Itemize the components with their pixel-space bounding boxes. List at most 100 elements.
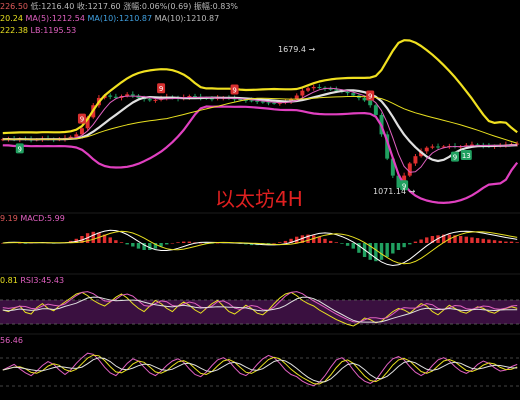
- macd-histogram-bar: [323, 238, 327, 243]
- candle-body: [345, 91, 350, 94]
- header-value: 收:1217.60: [77, 1, 123, 11]
- macd-histogram-bar: [475, 238, 480, 243]
- signal-marker-label: 9: [80, 116, 84, 124]
- macd-histogram-bar: [391, 243, 395, 254]
- rsi-panel: [0, 291, 520, 327]
- macd-histogram-bar: [351, 243, 355, 249]
- header-value: 振幅:0.83%: [194, 1, 239, 11]
- macd-histogram-bar: [91, 231, 95, 243]
- candle-body: [430, 146, 435, 148]
- macd-histogram-bar: [396, 243, 401, 250]
- candle-body: [74, 134, 79, 137]
- macd-histogram-bar: [385, 243, 389, 257]
- candle-body: [260, 101, 265, 103]
- macd-panel: [1, 229, 519, 267]
- macd-histogram-bar: [498, 240, 502, 243]
- header-value: RSI3:45.43: [20, 276, 64, 285]
- macd-histogram-bar: [504, 241, 508, 243]
- macd-histogram-bar: [515, 242, 519, 243]
- macd-histogram-bar: [487, 239, 491, 243]
- macd-histogram-bar: [283, 240, 288, 243]
- candle-body: [368, 100, 373, 106]
- signal-marker-label: 9: [18, 145, 22, 153]
- macd-histogram-bar: [317, 236, 322, 243]
- macd-histogram-bar: [419, 239, 423, 243]
- macd-histogram-bar: [464, 236, 468, 243]
- macd-histogram-bar: [187, 241, 192, 243]
- macd-dea-line: [2, 230, 518, 265]
- candle-body: [238, 99, 243, 101]
- macd-dif-line: [2, 229, 518, 267]
- macd-histogram-bar: [108, 237, 112, 243]
- macd-histogram-bar: [114, 240, 118, 243]
- trading-chart: 226.50 低:1216.40 收:1217.60 涨幅:0.06%(0.69…: [0, 1, 520, 387]
- header-value: 低:1216.40: [31, 1, 77, 11]
- candle-body: [193, 96, 197, 98]
- macd-histogram-bar: [413, 241, 418, 243]
- macd-histogram-bar: [492, 240, 497, 243]
- header-value: LB:1195.53: [31, 26, 77, 35]
- candle-body: [249, 100, 254, 102]
- macd-histogram-bar: [165, 243, 169, 245]
- candle-body: [436, 146, 441, 148]
- main-header-line2: 20.24 MA(5):1212.54 MA(10):1210.87 MA(10…: [0, 14, 219, 23]
- header-value: MA(10):1210.87: [87, 14, 154, 23]
- signal-marker-label: 9: [368, 93, 372, 101]
- macd-histogram-bar: [278, 242, 282, 243]
- candle-body: [351, 93, 356, 96]
- candle-body: [373, 105, 378, 115]
- macd-histogram-bar: [470, 237, 474, 243]
- macd-histogram-bar: [119, 242, 124, 243]
- header-value: MA(5):1212.54: [25, 14, 87, 23]
- rsi-header: 0.81 RSI3:45.43: [0, 276, 64, 285]
- macd-histogram-bar: [425, 237, 429, 243]
- candle-body: [328, 88, 333, 90]
- kdj-header: 56.46: [0, 336, 23, 345]
- low-price-label: 1071.14 →: [373, 187, 416, 196]
- header-value: 226.50: [0, 2, 31, 11]
- header-value: 56.46: [0, 336, 23, 345]
- candle-body: [407, 163, 412, 176]
- macd-header: 9.19 MACD:5.99: [0, 214, 65, 223]
- macd-histogram-bar: [136, 243, 141, 249]
- macd-histogram-bar: [272, 243, 276, 244]
- macd-histogram-bar: [148, 243, 152, 250]
- main-header-line3: 222.38 LB:1195.53: [0, 26, 76, 35]
- candle-body: [153, 99, 158, 101]
- main-header-line1: 226.50 低:1216.40 收:1217.60 涨幅:0.06%(0.69…: [0, 1, 238, 11]
- candle-body: [147, 99, 152, 101]
- kdj-panel: [0, 352, 520, 387]
- candle-body: [300, 90, 305, 96]
- macd-histogram-bar: [340, 243, 344, 244]
- macd-histogram-bar: [509, 241, 514, 243]
- macd-histogram-bar: [131, 243, 135, 247]
- candle-body: [413, 156, 418, 164]
- macd-histogram-bar: [182, 241, 186, 243]
- header-value: 涨幅:0.06%(0.69): [123, 1, 194, 11]
- header-value: 20.24: [0, 14, 25, 23]
- macd-histogram-bar: [345, 243, 350, 246]
- high-price-label: 1679.4 →: [278, 45, 316, 54]
- macd-histogram-bar: [402, 243, 406, 248]
- macd-histogram-bar: [408, 243, 412, 245]
- macd-histogram-bar: [176, 242, 180, 243]
- candle-body: [362, 97, 367, 101]
- header-value: 222.38: [0, 26, 31, 35]
- candle-body: [311, 87, 316, 89]
- macd-histogram-bar: [379, 243, 384, 260]
- macd-histogram-bar: [170, 243, 175, 244]
- candle-body: [130, 94, 135, 96]
- macd-histogram-bar: [334, 242, 338, 243]
- macd-histogram-bar: [18, 243, 22, 244]
- candle-body: [79, 128, 84, 135]
- header-value: MA(10):1210.87: [155, 14, 220, 23]
- header-value: MACD:5.99: [20, 214, 65, 223]
- macd-histogram-bar: [125, 243, 129, 245]
- candle-body: [108, 95, 113, 97]
- candle-body: [317, 87, 322, 89]
- macd-histogram-bar: [481, 238, 485, 243]
- candle-body: [272, 102, 277, 104]
- signal-marker-label: 9: [159, 85, 163, 93]
- signal-marker-label: 9: [232, 86, 236, 94]
- signal-marker-label: 13: [462, 152, 471, 160]
